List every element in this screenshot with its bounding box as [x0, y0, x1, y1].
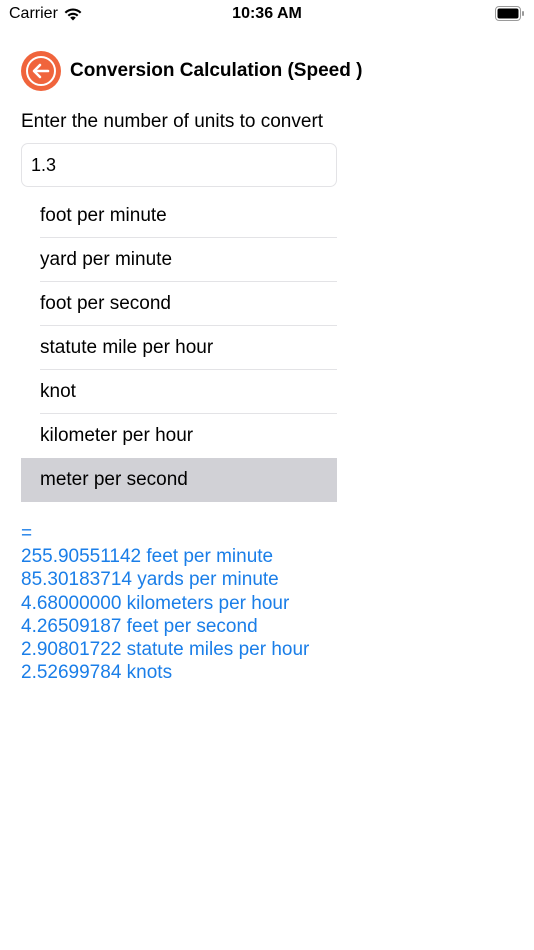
result-line: 255.90551142 feet per minute [21, 546, 274, 568]
unit-option-statute-mile-per-hour[interactable]: statute mile per hour [21, 326, 337, 370]
conversion-results: = 255.90551142 feet per minute 85.301837… [21, 522, 309, 684]
result-line: 85.30183714 yards per minute [21, 569, 279, 591]
unit-picker[interactable]: foot per minute yard per minute foot per… [21, 194, 337, 502]
unit-option-yard-per-minute[interactable]: yard per minute [21, 238, 337, 282]
unit-option-knot[interactable]: knot [21, 370, 337, 414]
status-time: 10:36 AM [232, 5, 302, 22]
back-arrow-icon [32, 63, 50, 79]
result-line: 2.90801722 statute miles per hour [21, 639, 310, 661]
back-button-ring [26, 56, 56, 86]
status-bar: Carrier 10:36 AM [0, 0, 534, 28]
battery-icon [495, 6, 524, 21]
unit-option-kilometer-per-hour[interactable]: kilometer per hour [21, 414, 337, 458]
result-line: 4.26509187 feet per second [21, 615, 258, 637]
back-button[interactable] [21, 51, 61, 91]
units-input[interactable] [21, 143, 337, 187]
unit-option-foot-per-minute[interactable]: foot per minute [21, 194, 337, 238]
unit-option-meter-per-second[interactable]: meter per second [21, 458, 337, 502]
units-prompt-label: Enter the number of units to convert [21, 111, 324, 132]
result-line: 2.52699784 knots [21, 662, 173, 684]
header: Conversion Calculation (Speed ) [21, 51, 362, 91]
page-title: Conversion Calculation (Speed ) [70, 60, 363, 81]
result-line: 4.68000000 kilometers per hour [21, 592, 290, 614]
unit-option-foot-per-second[interactable]: foot per second [21, 282, 337, 326]
results-equals-sign: = [21, 523, 33, 544]
